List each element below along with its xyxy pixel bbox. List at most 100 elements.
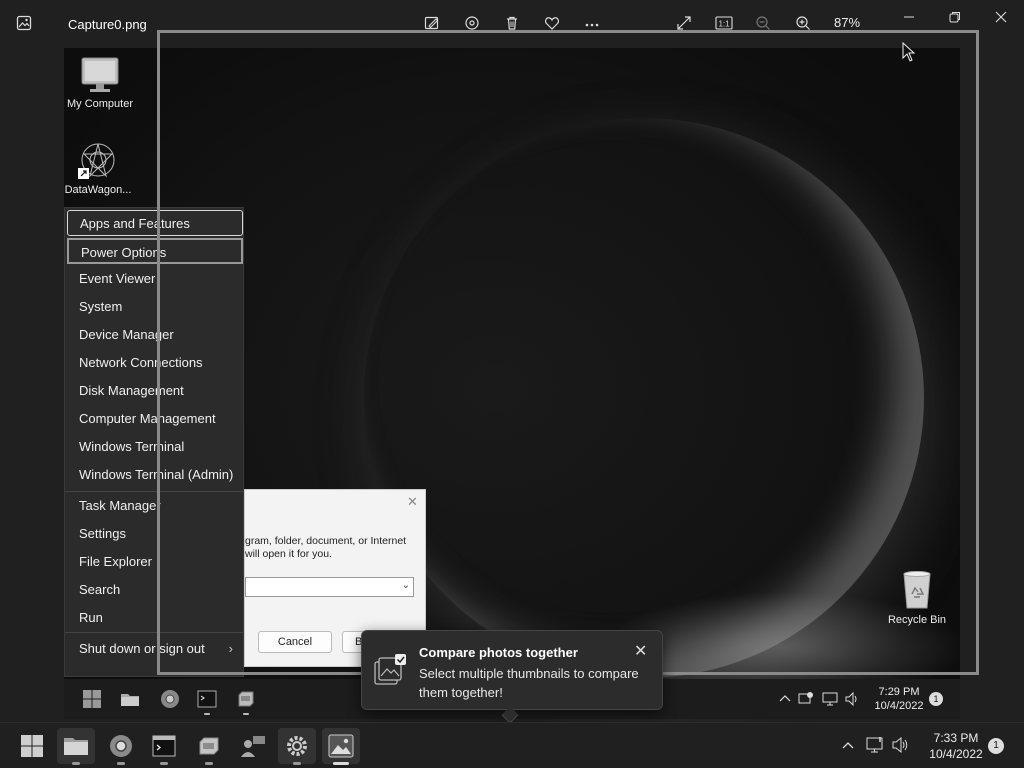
clock-time: 7:29 PM	[878, 686, 920, 698]
terminal-icon	[152, 735, 176, 757]
desktop-icon-my-computer[interactable]: My Computer	[64, 56, 140, 110]
notification-badge: 1	[929, 692, 943, 706]
taskbar-clock[interactable]: 7:33 PM 10/4/2022	[918, 730, 994, 762]
mouse-cursor-icon	[902, 42, 916, 62]
menu-item-apps-and-features[interactable]: Apps and Features	[67, 210, 243, 236]
running-indicator	[117, 762, 125, 765]
menu-item-windows-terminal-admin[interactable]: Windows Terminal (Admin)	[67, 462, 243, 488]
close-icon[interactable]: ✕	[407, 494, 418, 510]
file-explorer-icon	[64, 738, 88, 755]
datawagon-icon	[78, 143, 115, 179]
taskbar-file-explorer[interactable]	[57, 728, 95, 764]
close-button[interactable]	[981, 6, 1021, 28]
network-icon[interactable]	[866, 736, 886, 754]
run-dialog-description: gram, folder, document, or Internet will…	[245, 535, 425, 561]
taskbar-chrome[interactable]	[102, 728, 140, 764]
network-icon	[822, 692, 838, 706]
restore-button[interactable]	[935, 6, 975, 28]
menu-item-network-connections[interactable]: Network Connections	[67, 350, 243, 376]
actual-size-icon[interactable]: 1:1	[713, 12, 735, 34]
rotate-icon[interactable]	[461, 12, 483, 34]
chevron-down-icon[interactable]: ⌄	[402, 580, 410, 591]
taskbar: 7:33 PM 10/4/2022 1	[0, 722, 1024, 768]
storage-icon	[238, 691, 254, 707]
running-indicator	[243, 713, 249, 715]
clock-date: 10/4/2022	[929, 747, 983, 761]
start-button[interactable]	[13, 728, 51, 764]
svg-text:1:1: 1:1	[718, 20, 730, 29]
menu-item-search[interactable]: Search	[67, 577, 243, 603]
active-indicator	[333, 762, 349, 765]
zoom-level[interactable]: 87%	[834, 15, 860, 30]
delete-icon[interactable]	[501, 12, 523, 34]
desktop-icon-datawagon[interactable]: DataWagon...	[64, 140, 138, 196]
tip-body: Select multiple thumbnails to compare th…	[419, 666, 639, 700]
run-dialog-line: will open it for you.	[245, 548, 332, 560]
menu-item-task-manager[interactable]: Task Manager	[67, 493, 243, 519]
start-icon	[83, 690, 101, 708]
chrome-icon	[110, 735, 132, 757]
taskbar-storage[interactable]	[190, 728, 228, 764]
taskbar-settings[interactable]	[278, 728, 316, 764]
tip-title: Compare photos together	[419, 645, 578, 660]
clock-date: 10/4/2022	[874, 700, 924, 712]
menu-item-disk-management[interactable]: Disk Management	[67, 378, 243, 404]
desktop-icon-label: My Computer	[66, 98, 134, 110]
menu-item-windows-terminal[interactable]: Windows Terminal	[67, 434, 243, 460]
chrome-icon	[161, 690, 179, 708]
people-icon	[241, 736, 265, 757]
storage-icon	[199, 737, 219, 755]
notification-alert-icon	[798, 692, 813, 704]
menu-item-event-viewer[interactable]: Event Viewer	[67, 266, 243, 292]
minimize-button[interactable]	[889, 6, 929, 28]
taskbar-photos[interactable]	[322, 728, 360, 764]
menu-item-file-explorer[interactable]: File Explorer	[67, 549, 243, 575]
more-icon[interactable]	[581, 12, 603, 34]
start-icon	[21, 735, 43, 757]
running-indicator	[160, 762, 168, 765]
taskbar-people[interactable]	[234, 728, 272, 764]
menu-item-settings[interactable]: Settings	[67, 521, 243, 547]
running-indicator	[293, 762, 301, 765]
compare-photos-tip: Compare photos together Select multiple …	[361, 630, 663, 724]
monitor-icon	[81, 57, 119, 92]
chevron-up-icon[interactable]	[840, 738, 856, 754]
desktop-icon-label: Recycle Bin	[887, 614, 947, 626]
zoom-in-icon[interactable]	[792, 12, 814, 34]
terminal-icon	[197, 690, 217, 708]
favorite-icon[interactable]	[541, 12, 563, 34]
volume-icon[interactable]	[891, 736, 911, 754]
desktop-icon-recycle-bin[interactable]: Recycle Bin	[877, 570, 957, 626]
settings-icon	[287, 736, 307, 756]
run-dialog-line: gram, folder, document, or Internet	[245, 535, 407, 547]
cancel-button[interactable]: Cancel	[258, 631, 332, 653]
chevron-right-icon: ›	[228, 641, 233, 656]
running-indicator	[72, 762, 80, 765]
run-open-input[interactable]: ⌄	[245, 577, 414, 597]
running-indicator	[204, 713, 210, 715]
menu-item-label: Shut down or sign out	[79, 641, 205, 656]
photos-app-window: Capture0.png 1:1 87% My Computer DataWag…	[0, 0, 1024, 768]
volume-icon	[845, 691, 857, 707]
menu-item-system[interactable]: System	[67, 294, 243, 320]
menu-item-shut-down[interactable]: Shut down or sign out ›	[67, 636, 243, 662]
fullscreen-icon[interactable]	[673, 12, 695, 34]
menu-item-device-manager[interactable]: Device Manager	[67, 322, 243, 348]
quick-link-menu: Apps and Features Power Options Event Vi…	[64, 207, 244, 677]
menu-item-computer-management[interactable]: Computer Management	[67, 406, 243, 432]
title-bar: Capture0.png 1:1 87%	[0, 0, 1024, 48]
menu-item-power-options[interactable]: Power Options	[67, 238, 243, 264]
zoom-out-icon[interactable]	[752, 12, 774, 34]
menu-separator	[65, 491, 243, 492]
edit-image-icon[interactable]	[421, 12, 443, 34]
notification-badge[interactable]: 1	[988, 738, 1004, 754]
menu-separator	[65, 632, 243, 633]
taskbar-terminal[interactable]	[145, 728, 183, 764]
photos-app-icon	[16, 15, 32, 31]
compare-photos-icon	[374, 654, 406, 685]
file-name: Capture0.png	[68, 17, 147, 32]
close-icon[interactable]: ✕	[634, 641, 647, 661]
menu-item-run[interactable]: Run	[67, 605, 243, 631]
running-indicator	[205, 762, 213, 765]
screenshot-clock: 7:29 PM 10/4/2022	[864, 685, 934, 713]
